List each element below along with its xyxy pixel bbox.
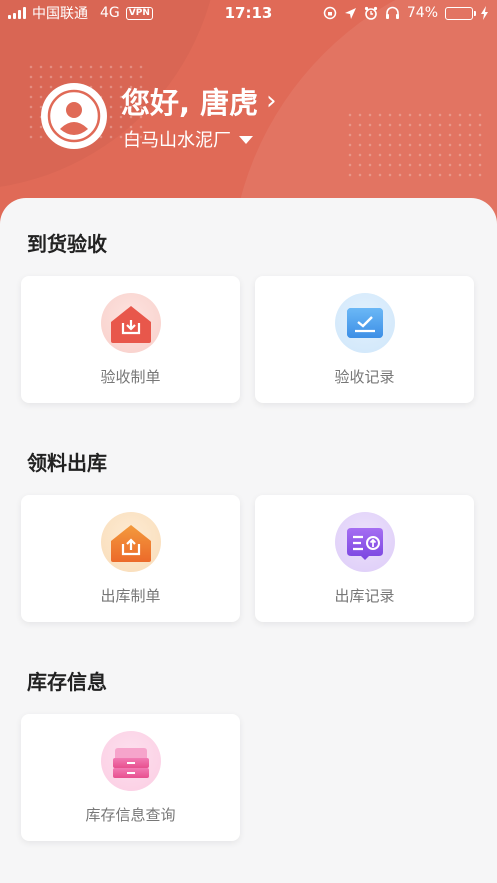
avatar[interactable]: [41, 83, 107, 149]
signal-icon: [8, 7, 26, 19]
main-panel: 到货验收 验收制单 验收记录 领料出库 出库制单 出库记录 库存信息 库存信息查…: [0, 198, 497, 883]
section-title-arrival: 到货验收: [27, 232, 107, 256]
battery-percent: 74%: [406, 5, 438, 21]
user-avatar-icon: [47, 89, 101, 143]
card-label: 出库记录: [334, 587, 395, 605]
status-bar: 中国联通 4G VPN 17:13 74%: [0, 0, 497, 26]
card-label: 出库制单: [100, 587, 161, 605]
chevron-right-icon: ›: [266, 86, 277, 116]
charging-icon: [481, 6, 488, 20]
company-name: 白马山水泥厂: [123, 130, 231, 151]
alarm-icon: [364, 6, 377, 20]
caret-down-icon: [239, 136, 253, 144]
card-label: 验收制单: [100, 368, 161, 386]
card-outbound-records[interactable]: 出库记录: [255, 495, 474, 622]
outbound-house-icon: [100, 512, 161, 572]
headphones-icon: [385, 6, 399, 19]
drawer-icon: [100, 731, 161, 791]
dot-pattern: [345, 110, 485, 182]
card-label: 库存信息查询: [85, 806, 176, 824]
card-outbound-create[interactable]: 出库制单: [21, 495, 240, 622]
user-greeting[interactable]: 您好, 唐虎 ›: [121, 80, 277, 122]
greeting-text: 您好, 唐虎: [121, 86, 259, 120]
location-icon: [344, 7, 356, 19]
section-title-outbound: 领料出库: [27, 451, 107, 475]
section-title-inventory: 库存信息: [27, 670, 107, 694]
network-type: 4G: [100, 5, 120, 21]
outbound-record-icon: [334, 512, 395, 572]
card-receive-records[interactable]: 验收记录: [255, 276, 474, 403]
company-selector[interactable]: 白马山水泥厂: [123, 126, 253, 152]
card-label: 验收记录: [334, 368, 395, 386]
carrier-name: 中国联通: [32, 6, 88, 22]
battery-icon: [445, 6, 476, 20]
card-inventory-query[interactable]: 库存信息查询: [21, 714, 240, 841]
rotation-lock-icon: [323, 6, 337, 20]
checklist-icon: [334, 293, 395, 353]
receive-house-icon: [100, 293, 161, 353]
vpn-badge: VPN: [125, 6, 153, 20]
card-receive-create[interactable]: 验收制单: [21, 276, 240, 403]
